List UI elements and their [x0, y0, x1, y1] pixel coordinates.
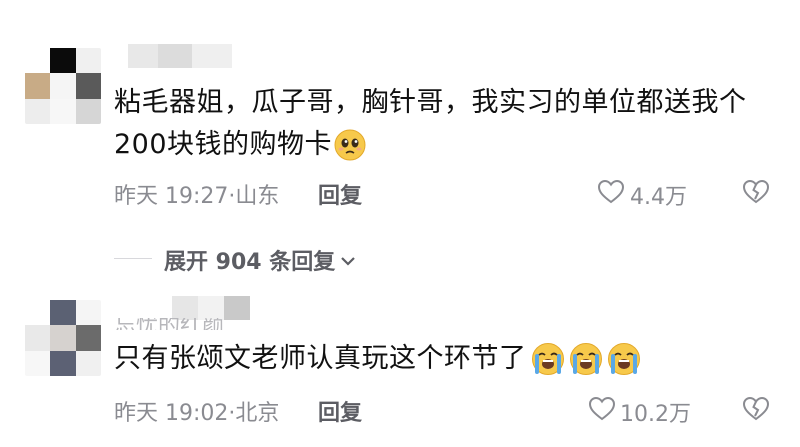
like-heart-icon[interactable] — [588, 396, 616, 422]
comment-time: 昨天 19:27 — [114, 184, 229, 209]
username-obscured[interactable] — [172, 296, 252, 320]
like-heart-icon[interactable] — [597, 179, 625, 205]
avatar[interactable] — [25, 300, 101, 376]
loudly-crying-face-emoji — [607, 342, 641, 376]
comment-time: 昨天 19:02 — [114, 401, 229, 426]
loudly-crying-face-emoji — [569, 342, 603, 376]
avatar[interactable] — [25, 48, 101, 124]
dislike-broken-heart-icon[interactable] — [742, 396, 770, 422]
comment-text: 粘毛器姐，瓜子哥，胸针哥，我实习的单位都送我个 200块钱的购物卡 — [114, 82, 794, 166]
username[interactable]: 忘忧的红颜 — [114, 318, 224, 330]
like-count: 10.2万 — [620, 402, 691, 427]
comment-text-segment: 只有张颂文老师认真玩这个环节了 — [114, 343, 527, 374]
comment-text-segment: 200块钱的购物卡 — [114, 129, 333, 160]
comment-text-line: 粘毛器姐，瓜子哥，胸针哥，我实习的单位都送我个 — [114, 87, 747, 118]
chevron-down-icon — [339, 251, 357, 269]
expand-replies-button[interactable]: 展开 904 条回复 — [164, 244, 357, 276]
comment-text: 只有张颂文老师认真玩这个环节了 — [114, 338, 641, 380]
expand-replies-label: 展开 904 条回复 — [164, 250, 336, 275]
comment-location: 山东 — [235, 184, 280, 209]
comment-location: 北京 — [235, 401, 280, 426]
pleading-face-emoji — [334, 129, 366, 161]
comment-text-line: 200块钱的购物卡 — [114, 124, 794, 166]
comment-meta: 昨天 19:27·山东 — [114, 178, 279, 210]
reply-button[interactable]: 回复 — [318, 395, 362, 427]
comment-meta: 昨天 19:02·北京 — [114, 395, 279, 427]
loudly-crying-face-emoji — [531, 342, 565, 376]
reply-button[interactable]: 回复 — [318, 178, 362, 210]
username-obscured[interactable] — [128, 44, 248, 68]
dislike-broken-heart-icon[interactable] — [742, 179, 770, 205]
like-count: 4.4万 — [630, 185, 687, 210]
username-text: 忘忧的红颜 — [114, 318, 224, 330]
divider-line — [114, 258, 152, 259]
